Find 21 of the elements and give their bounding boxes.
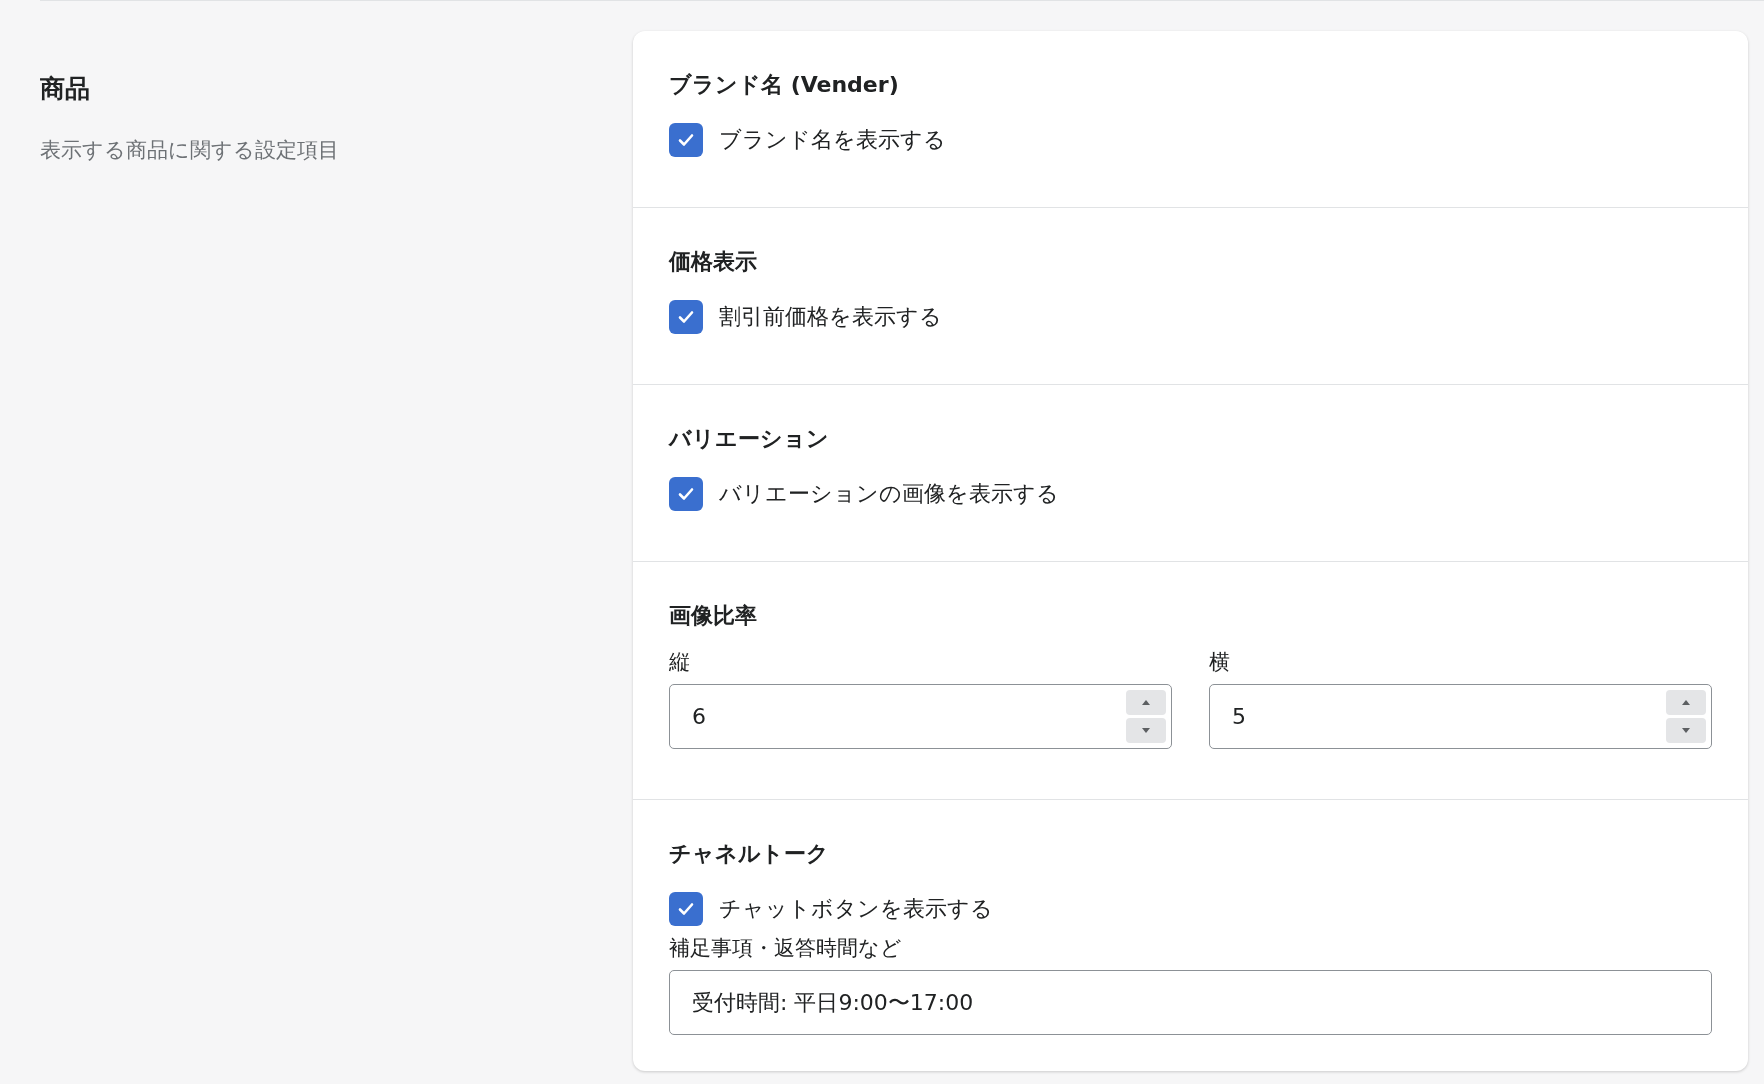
field-label: 縦 [669, 649, 690, 676]
checkbox-label[interactable]: バリエーションの画像を表示する [719, 480, 1059, 508]
group-title: ブランド名 (Vender) [669, 71, 899, 99]
group-title: チャネルトーク [669, 840, 829, 868]
checkbox-label[interactable]: 割引前価格を表示する [719, 303, 942, 331]
group-title: 画像比率 [669, 602, 757, 630]
section-title: 商品 [40, 73, 91, 105]
checkbox-label[interactable]: チャットボタンを表示する [719, 895, 993, 923]
section-description: 表示する商品に関する設定項目 [40, 136, 340, 164]
group-title: バリエーション [669, 425, 829, 453]
checkbox[interactable] [669, 477, 703, 511]
checkbox[interactable] [669, 300, 703, 334]
number-field[interactable]: 5 [1209, 684, 1712, 749]
group-title: 価格表示 [669, 248, 757, 276]
field-label: 横 [1209, 649, 1230, 676]
field-label: 補足事項・返答時間など [669, 935, 902, 962]
checkbox[interactable] [669, 892, 703, 926]
checkbox-label[interactable]: ブランド名を表示する [719, 126, 946, 154]
number-field[interactable]: 6 [669, 684, 1172, 749]
text-field[interactable]: 受付時間: 平日9:00〜17:00 [669, 970, 1712, 1035]
checkbox[interactable] [669, 123, 703, 157]
